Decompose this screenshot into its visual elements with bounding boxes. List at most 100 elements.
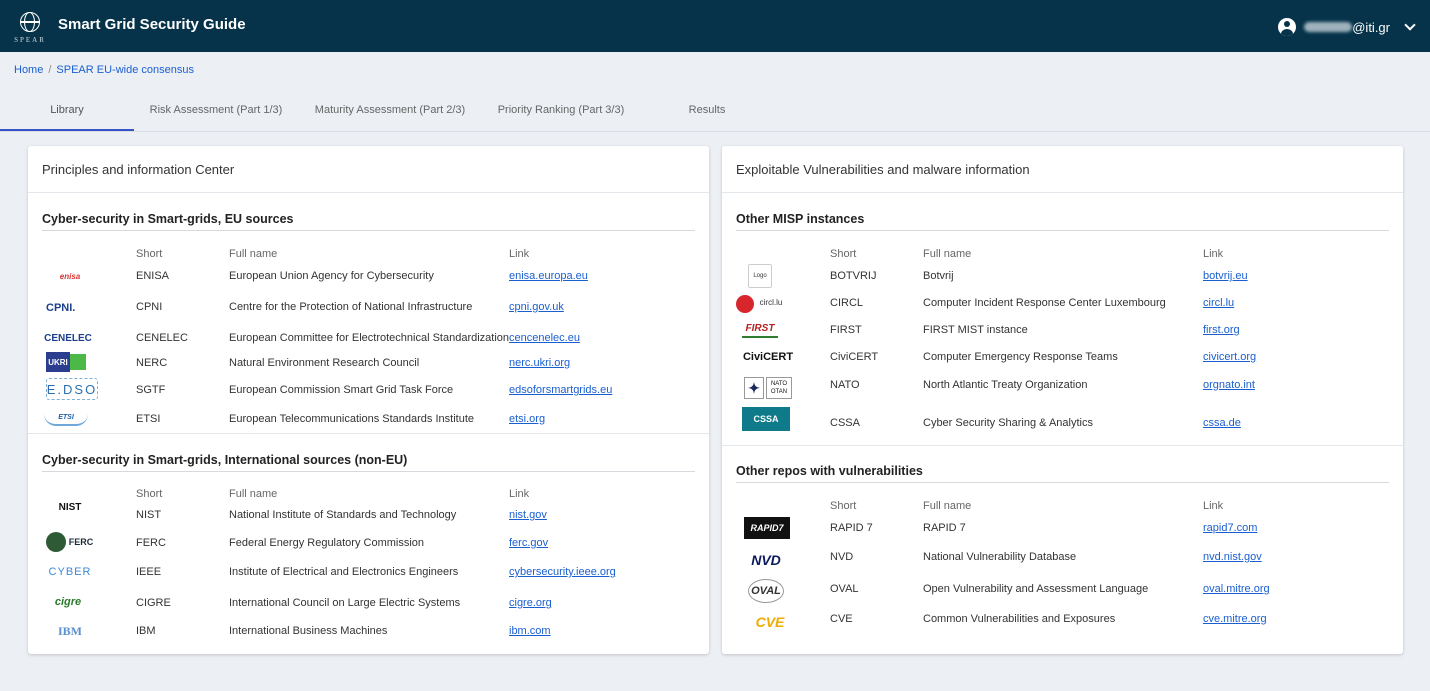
row-short: CSSA bbox=[830, 417, 860, 429]
tab-results[interactable]: Results bbox=[660, 90, 754, 131]
circl-logo: circl.lu bbox=[759, 297, 783, 307]
column-header-full-name: Full name bbox=[229, 248, 278, 260]
row-link[interactable]: circl.lu bbox=[1203, 297, 1234, 309]
row-short: SGTF bbox=[136, 384, 166, 396]
ferc-seal bbox=[46, 532, 66, 552]
spear-logo[interactable]: SPEAR bbox=[8, 12, 52, 46]
row-link[interactable]: edsoforsmartgrids.eu bbox=[509, 384, 612, 396]
breadcrumb-separator: / bbox=[48, 64, 52, 76]
row-full-name: National Vulnerability Database bbox=[923, 551, 1077, 563]
ferc-logo: FERC bbox=[68, 537, 94, 547]
nvd-logo: NVD bbox=[751, 552, 781, 568]
row-link[interactable]: nerc.ukri.org bbox=[509, 357, 570, 369]
user-menu[interactable]: @iti.gr bbox=[1278, 16, 1416, 38]
row-full-name: Computer Emergency Response Teams bbox=[923, 351, 1118, 363]
row-link[interactable]: nist.gov bbox=[509, 509, 547, 521]
row-link[interactable]: orgnato.int bbox=[1203, 379, 1255, 391]
row-full-name: International Council on Large Electric … bbox=[229, 597, 461, 609]
cigre-logo: cigre bbox=[54, 596, 82, 608]
tab-risk-assessment[interactable]: Risk Assessment (Part 1/3) bbox=[136, 90, 296, 131]
column-header-link: Link bbox=[1203, 500, 1224, 512]
enisa-logo: enisa bbox=[59, 271, 81, 281]
row-full-name: European Committee for Electrotechnical … bbox=[229, 332, 510, 344]
row-short: CPNI bbox=[136, 301, 163, 313]
row-full-name: RAPID 7 bbox=[923, 522, 966, 534]
edso-logo: E.DSO bbox=[46, 378, 98, 400]
column-header-full-name: Full name bbox=[923, 248, 972, 260]
row-full-name: North Atlantic Treaty Organization bbox=[923, 379, 1088, 391]
row-link[interactable]: cve.mitre.org bbox=[1203, 613, 1267, 625]
row-link[interactable]: oval.mitre.org bbox=[1203, 583, 1270, 595]
tab-library[interactable]: Library bbox=[0, 90, 134, 131]
row-full-name: Cyber Security Sharing & Analytics bbox=[923, 417, 1093, 429]
cve-logo: CVE bbox=[755, 614, 785, 630]
row-link[interactable]: etsi.org bbox=[509, 413, 545, 425]
oval-logo: OVAL bbox=[748, 579, 784, 603]
globe-icon bbox=[20, 12, 40, 32]
tab-bar: Library Risk Assessment (Part 1/3) Matur… bbox=[0, 90, 1430, 132]
row-full-name: Open Vulnerability and Assessment Langua… bbox=[923, 583, 1149, 595]
row-short: IEEE bbox=[136, 566, 162, 578]
row-link[interactable]: first.org bbox=[1203, 324, 1240, 336]
nist-logo: NIST bbox=[58, 502, 82, 513]
first-logo: FIRST bbox=[742, 320, 778, 338]
breadcrumb: Home / SPEAR EU-wide consensus bbox=[14, 64, 194, 76]
row-link[interactable]: nvd.nist.gov bbox=[1203, 551, 1262, 563]
ibm-logo: IBM bbox=[58, 623, 82, 638]
account-icon bbox=[1278, 18, 1297, 36]
redacted-username bbox=[1304, 21, 1353, 32]
column-header-link: Link bbox=[509, 248, 530, 260]
row-link[interactable]: rapid7.com bbox=[1203, 522, 1257, 534]
section-title-misp: Other MISP instances bbox=[736, 212, 1389, 231]
row-short: NIST bbox=[136, 509, 162, 521]
breadcrumb-current[interactable]: SPEAR EU-wide consensus bbox=[56, 64, 194, 76]
chevron-down-icon[interactable] bbox=[1404, 19, 1416, 31]
botvrij-logo: Logo bbox=[748, 264, 772, 288]
row-short: CIRCL bbox=[830, 297, 864, 309]
row-short: ENISA bbox=[136, 270, 170, 282]
row-link[interactable]: cybersecurity.ieee.org bbox=[509, 566, 616, 578]
cenelec-logo: CENELEC bbox=[44, 332, 92, 344]
row-link[interactable]: botvrij.eu bbox=[1203, 270, 1248, 282]
row-short: CIGRE bbox=[136, 597, 171, 609]
row-full-name: National Institute of Standards and Tech… bbox=[229, 509, 457, 521]
vulnerabilities-card: Exploitable Vulnerabilities and malware … bbox=[722, 146, 1403, 654]
section-title-international: Cyber-security in Smart-grids, Internati… bbox=[42, 453, 695, 472]
row-link[interactable]: cssa.de bbox=[1203, 417, 1241, 429]
logo-text: SPEAR bbox=[14, 36, 46, 44]
section-title-eu: Cyber-security in Smart-grids, EU source… bbox=[42, 212, 695, 231]
row-link[interactable]: ferc.gov bbox=[509, 537, 548, 549]
column-header-short: Short bbox=[830, 248, 857, 260]
rapid7-logo: RAPID7 bbox=[744, 517, 790, 539]
section-divider bbox=[722, 445, 1403, 446]
civicert-logo: CiviCERT bbox=[742, 351, 794, 363]
row-short: CVE bbox=[830, 613, 853, 625]
card-title: Principles and information Center bbox=[28, 146, 709, 193]
column-header-short: Short bbox=[136, 488, 163, 500]
etsi-logo: ETSI bbox=[44, 410, 88, 426]
ukri-logo-mark bbox=[70, 354, 86, 370]
circl-mark bbox=[736, 295, 754, 313]
breadcrumb-home[interactable]: Home bbox=[14, 64, 43, 76]
cssa-logo: CSSA bbox=[742, 407, 790, 431]
row-link[interactable]: cpni.gov.uk bbox=[509, 301, 564, 313]
row-short: ETSI bbox=[136, 413, 161, 425]
tab-maturity-assessment[interactable]: Maturity Assessment (Part 2/3) bbox=[300, 90, 480, 131]
row-short: FERC bbox=[136, 537, 166, 549]
row-link[interactable]: cencenelec.eu bbox=[509, 332, 580, 344]
column-header-link: Link bbox=[1203, 248, 1224, 260]
row-full-name: FIRST MIST instance bbox=[923, 324, 1028, 336]
row-full-name: Botvrij bbox=[923, 270, 954, 282]
row-link[interactable]: ibm.com bbox=[509, 625, 551, 637]
row-link[interactable]: enisa.europa.eu bbox=[509, 270, 588, 282]
row-link[interactable]: cigre.org bbox=[509, 597, 552, 609]
row-short: NERC bbox=[136, 357, 168, 369]
row-full-name: European Telecommunications Standards In… bbox=[229, 413, 474, 425]
section-title-repos: Other repos with vulnerabilities bbox=[736, 464, 1389, 483]
row-link[interactable]: civicert.org bbox=[1203, 351, 1256, 363]
tab-priority-ranking[interactable]: Priority Ranking (Part 3/3) bbox=[486, 90, 636, 131]
row-short: RAPID 7 bbox=[830, 522, 873, 534]
row-short: BOTVRIJ bbox=[830, 270, 877, 282]
row-short: CENELEC bbox=[136, 332, 188, 344]
row-full-name: Institute of Electrical and Electronics … bbox=[229, 566, 459, 578]
